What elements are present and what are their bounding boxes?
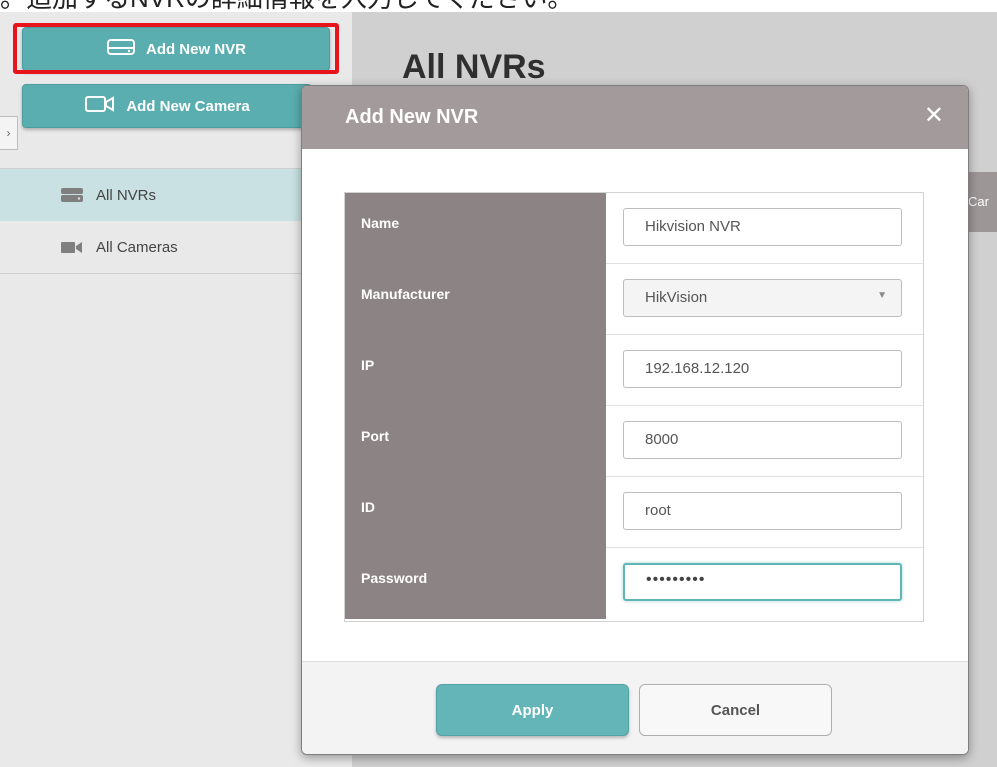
port-input[interactable]: 8000	[623, 421, 902, 459]
name-cell: Hikvision NVR	[606, 193, 923, 264]
sidebar-collapse-toggle[interactable]: ›	[0, 116, 18, 150]
highlight-frame	[13, 23, 339, 74]
dialog-header: Add New NVR ✕	[302, 86, 968, 149]
camera-icon	[60, 238, 84, 256]
manufacturer-selected-value: HikVision	[645, 289, 708, 306]
nvr-form: Name Hikvision NVR Manufacturer HikVisio…	[344, 192, 924, 622]
password-input[interactable]: •••••••••	[623, 563, 902, 601]
form-row-password: Password •••••••••	[345, 548, 923, 619]
add-nvr-dialog: Add New NVR ✕ Name Hikvision NVR Manufac…	[301, 85, 969, 755]
port-label: Port	[345, 406, 606, 477]
sidebar-item-all-cameras[interactable]: All Cameras	[0, 221, 352, 273]
dialog-title: Add New NVR	[345, 106, 479, 128]
apply-button[interactable]: Apply	[436, 684, 629, 736]
ip-cell: 192.168.12.120	[606, 335, 923, 406]
form-row-name: Name Hikvision NVR	[345, 193, 923, 264]
sidebar-item-all-nvrs[interactable]: All NVRs	[0, 169, 352, 221]
name-input[interactable]: Hikvision NVR	[623, 208, 902, 246]
ip-input[interactable]: 192.168.12.120	[623, 350, 902, 388]
form-row-manufacturer: Manufacturer HikVision ▼	[345, 264, 923, 335]
add-new-camera-button[interactable]: Add New Camera	[22, 84, 312, 128]
password-label: Password	[345, 548, 606, 619]
page-title: All NVRs	[402, 48, 546, 86]
form-row-ip: IP 192.168.12.120	[345, 335, 923, 406]
manufacturer-cell: HikVision ▼	[606, 264, 923, 335]
form-row-port: Port 8000	[345, 406, 923, 477]
manufacturer-select[interactable]: HikVision ▼	[623, 279, 902, 317]
id-cell: root	[606, 477, 923, 548]
name-label: Name	[345, 193, 606, 264]
dialog-footer: Apply Cancel	[302, 661, 968, 754]
sidebar-item-label: All NVRs	[96, 186, 157, 204]
cancel-button[interactable]: Cancel	[639, 684, 832, 736]
form-row-id: ID root	[345, 477, 923, 548]
dropdown-arrow-icon: ▼	[877, 290, 887, 301]
ip-label: IP	[345, 335, 606, 406]
id-input[interactable]: root	[623, 492, 902, 530]
close-icon[interactable]: ✕	[924, 102, 944, 130]
manufacturer-label: Manufacturer	[345, 264, 606, 335]
port-cell: 8000	[606, 406, 923, 477]
password-cell: •••••••••	[606, 548, 923, 619]
add-new-camera-label: Add New Camera	[126, 97, 250, 115]
sidebar-item-label: All Cameras	[96, 238, 178, 256]
nvr-icon	[60, 186, 84, 204]
instruction-caption: 。追加するNVRの詳細情報を入力してください。	[0, 0, 997, 10]
id-label: ID	[345, 477, 606, 548]
video-camera-icon	[84, 94, 116, 118]
divider	[0, 273, 352, 274]
